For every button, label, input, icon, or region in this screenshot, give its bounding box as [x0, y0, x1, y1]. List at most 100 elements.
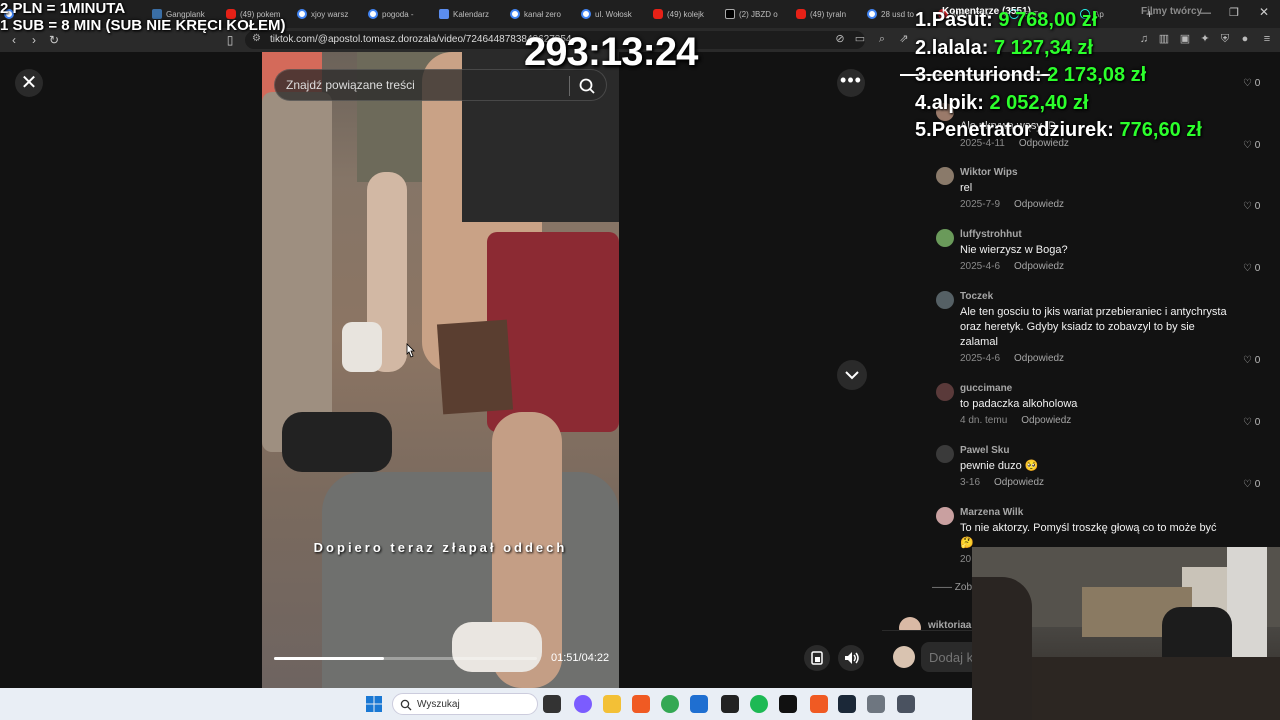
browser-tab[interactable]: kanał zero — [510, 4, 576, 24]
file-explorer-icon[interactable] — [603, 695, 621, 713]
no-tracking-icon[interactable]: ⊘ — [833, 32, 847, 46]
leaderboard-amount: 9 768,00 zł — [998, 9, 1098, 31]
subathon-timer: 293:13:24 — [524, 30, 698, 74]
avatar[interactable] — [936, 507, 954, 525]
browser-tab[interactable]: (49) tyraln — [796, 4, 862, 24]
leaderboard-name: centuriond: — [931, 64, 1042, 86]
reply-link[interactable]: Odpowiedz — [1021, 415, 1071, 426]
browser-tab-title: pogoda - — [382, 9, 414, 19]
browser-tab-title: 28 usd to — [881, 9, 914, 19]
search-divider — [569, 76, 570, 96]
stream-rates-overlay: 2 PLN = 1MINUTA 1 SUB = 8 MIN (SUB NIE K… — [0, 0, 285, 34]
browser-tab[interactable]: pogoda - — [368, 4, 434, 24]
browser-tab[interactable]: (2) JBZD o — [725, 4, 791, 24]
leaderboard-name: lalala: — [931, 36, 989, 59]
like-count[interactable]: ♡ 0 — [1243, 140, 1260, 151]
reply-link[interactable]: Odpowiedz — [1014, 261, 1064, 272]
avatar[interactable] — [936, 445, 954, 463]
task-view-icon[interactable] — [543, 695, 561, 713]
volume-icon — [845, 652, 859, 664]
settings-icon[interactable] — [867, 695, 885, 713]
site-info-icon[interactable]: ⚙ — [252, 33, 261, 44]
browser-tab[interactable]: xjoy warsz — [297, 4, 363, 24]
like-count[interactable]: ♡ 0 — [1243, 479, 1260, 490]
view-more-replies[interactable]: —— Zob — [932, 582, 972, 593]
picture-in-picture-button[interactable] — [804, 645, 830, 671]
comment-username[interactable]: guccimane — [960, 383, 1012, 394]
leaderboard-rank: 3. — [915, 64, 932, 86]
google-favicon — [297, 9, 307, 19]
shield-icon[interactable]: ⛨ — [1218, 32, 1232, 46]
brave-icon[interactable] — [632, 695, 650, 713]
video-player[interactable] — [262, 52, 619, 688]
webcam-scene-fridge — [1227, 547, 1267, 657]
zoom-icon[interactable]: ⌕ — [875, 32, 889, 46]
like-count[interactable]: ♡ 0 — [1243, 355, 1260, 366]
windows-start-icon[interactable] — [365, 695, 383, 713]
steam-icon[interactable] — [838, 695, 856, 713]
comment-text: Nie wierzysz w Boga? — [960, 244, 1068, 256]
window-close-icon[interactable]: ✕ — [1259, 5, 1269, 19]
browser-tab-title: (2) JBZD o — [739, 9, 778, 19]
comment-username[interactable]: Marzena Wilk — [960, 507, 1023, 518]
store-icon[interactable] — [690, 695, 708, 713]
muza-icon[interactable] — [779, 695, 797, 713]
video-progress-bar[interactable] — [274, 657, 537, 660]
menu-icon[interactable]: ≡ — [1260, 32, 1274, 46]
search-icon — [400, 699, 412, 711]
cast-icon[interactable]: ▭ — [853, 32, 867, 46]
comment-date: 2025-4-6 — [960, 353, 1001, 364]
app-icon[interactable] — [721, 695, 739, 713]
leaderboard-row: 3.centuriond: 2 173,08 zł — [915, 62, 1202, 90]
volume-button[interactable] — [838, 645, 864, 671]
profile-icon[interactable]: ● — [1238, 32, 1252, 46]
leaderboard-row: 1.Pasut: 9 768,00 zł — [915, 7, 1202, 35]
video-scene-book — [436, 319, 514, 415]
comment-date: 3-16 — [960, 477, 981, 488]
maximize-icon[interactable]: ❐ — [1229, 6, 1239, 19]
brave-icon[interactable] — [810, 695, 828, 713]
more-options-icon[interactable]: ••• — [837, 69, 865, 97]
browser-tab[interactable]: ul. Wołosk — [581, 4, 647, 24]
reload-icon[interactable]: ↻ — [46, 32, 62, 48]
like-count[interactable]: ♡ 0 — [1243, 201, 1260, 212]
calculator-icon[interactable] — [897, 695, 915, 713]
search-placeholder: Znajdź powiązane treści — [286, 78, 415, 92]
next-video-button[interactable] — [837, 360, 867, 390]
comment-meta: 2025-4-6 Odpowiedz — [960, 261, 1064, 272]
close-video-button[interactable]: ✕ — [15, 69, 43, 97]
video-subtitle: Dopiero teraz złapał oddech — [313, 540, 568, 555]
reply-link[interactable]: Odpowiedz — [1014, 353, 1064, 364]
comment-username[interactable]: luffystrohhut — [960, 229, 1022, 240]
avatar[interactable] — [936, 291, 954, 309]
back-icon[interactable]: ‹ — [6, 32, 22, 48]
forward-icon[interactable]: › — [26, 32, 42, 48]
like-count[interactable]: ♡ 0 — [1243, 263, 1260, 274]
copilot-icon[interactable] — [574, 695, 592, 713]
like-count[interactable]: ♡ 0 — [1243, 78, 1260, 89]
like-count[interactable]: ♡ 0 — [1243, 417, 1260, 428]
comment-meta: 2025-7-9 Odpowiedz — [960, 199, 1064, 210]
reply-link[interactable]: Odpowiedz — [1014, 199, 1064, 210]
comment-username[interactable]: Pawel Sku — [960, 445, 1009, 456]
avatar[interactable] — [893, 646, 915, 668]
comment-text: to padaczka alkoholowa — [960, 398, 1078, 410]
browser-tab[interactable]: Kalendarz — [439, 4, 505, 24]
avatar[interactable] — [936, 229, 954, 247]
spotify-icon[interactable] — [750, 695, 768, 713]
comment-date: 2025-7-9 — [960, 199, 1001, 210]
taskbar-search[interactable]: Wyszukaj — [392, 693, 538, 715]
comment-username[interactable]: Wiktor Wips — [960, 167, 1018, 178]
search-icon[interactable] — [578, 77, 596, 95]
comment-date: 4 dn. temu — [960, 415, 1008, 426]
browser-tab[interactable]: (49) kolejk — [653, 4, 719, 24]
avatar[interactable] — [936, 383, 954, 401]
share-icon[interactable]: ⇗ — [897, 32, 911, 46]
bookmark-icon[interactable]: ▯ — [222, 32, 238, 48]
like-number: 0 — [1254, 417, 1261, 428]
comment-username[interactable]: Toczek — [960, 291, 993, 302]
avatar[interactable] — [936, 167, 954, 185]
leaderboard-rank: 4. — [915, 91, 932, 114]
reply-link[interactable]: Odpowiedz — [994, 477, 1044, 488]
chrome-icon[interactable] — [661, 695, 679, 713]
